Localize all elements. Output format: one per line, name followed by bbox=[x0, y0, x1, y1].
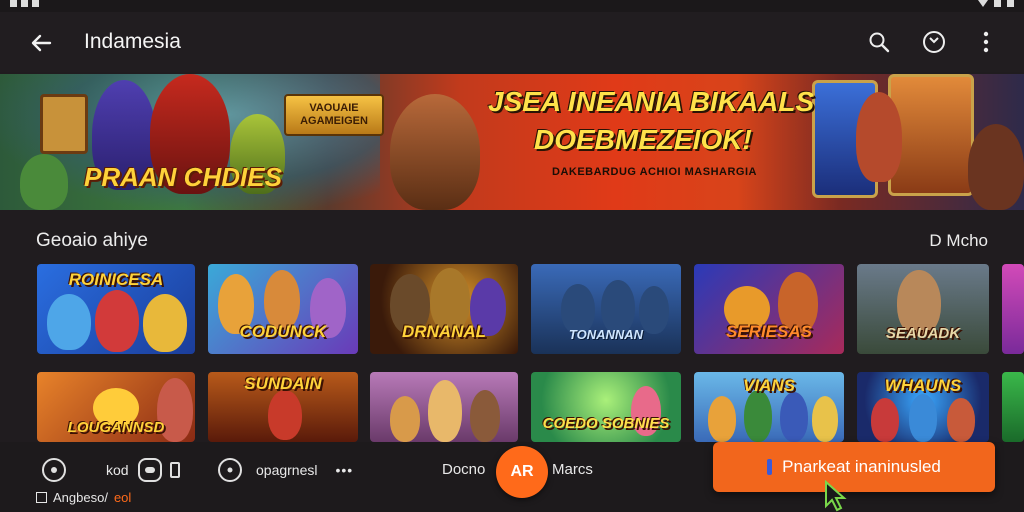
checkbox-label: Angbeso/ bbox=[53, 490, 108, 505]
status-icon bbox=[20, 0, 28, 7]
more-vert-icon[interactable] bbox=[972, 28, 1000, 56]
device-icon bbox=[170, 462, 180, 478]
tile-character bbox=[909, 394, 937, 442]
tile-character bbox=[708, 396, 736, 442]
bottom-item-label-left[interactable]: Docno bbox=[442, 461, 485, 478]
tile-label: SERIESAS bbox=[726, 322, 812, 341]
game-tile-partial[interactable] bbox=[1002, 264, 1024, 354]
game-tile[interactable]: TONANNAN bbox=[531, 264, 681, 354]
signal-icon bbox=[994, 0, 1001, 7]
banner-headline: JSEA INEANIA BIKAALS bbox=[488, 86, 815, 117]
section-title: Geoaio ahiye bbox=[36, 230, 148, 251]
status-left bbox=[10, 0, 39, 10]
battery-icon bbox=[1007, 0, 1014, 7]
tile-label: ROINICESA bbox=[68, 270, 164, 289]
section-more-link[interactable]: D Mcho bbox=[929, 231, 988, 251]
game-tile[interactable]: CODUNCK bbox=[208, 264, 358, 354]
bottom-item-label-right[interactable]: Marcs bbox=[552, 461, 593, 478]
tile-label: CODUNCK bbox=[239, 322, 327, 341]
bottom-item-label: opagrnesl bbox=[256, 462, 318, 478]
banner-character bbox=[968, 124, 1024, 210]
tile-character bbox=[871, 398, 899, 442]
tile-label: COEDO SOBNIES bbox=[542, 415, 670, 432]
tile-character bbox=[812, 396, 838, 442]
banner-character bbox=[390, 94, 480, 210]
tile-label: SEAUADK bbox=[885, 325, 961, 342]
bottom-item-label: kod bbox=[106, 462, 129, 478]
bottom-item-profile[interactable]: kod bbox=[42, 458, 129, 482]
tile-label: SUNDAIN bbox=[244, 374, 322, 393]
bottom-item-menu[interactable]: opagrnesl ••• bbox=[218, 458, 353, 482]
game-tile-partial[interactable] bbox=[1002, 372, 1024, 442]
banner-character bbox=[856, 92, 902, 182]
banner-character bbox=[40, 94, 88, 154]
app-bar: Indamesia bbox=[0, 12, 1024, 72]
game-tile[interactable]: ROINICESA bbox=[37, 264, 195, 354]
controller-icon bbox=[138, 458, 162, 482]
status-icon bbox=[10, 0, 17, 7]
tile-character bbox=[428, 380, 462, 442]
tile-character bbox=[601, 280, 635, 334]
banner-character bbox=[20, 154, 68, 210]
game-tile[interactable]: SERIESAS bbox=[694, 264, 844, 354]
ring-icon bbox=[218, 458, 242, 482]
tile-character bbox=[390, 396, 420, 442]
primary-cta-button[interactable]: Pnarkeat inaninusled bbox=[713, 442, 995, 492]
tile-character bbox=[47, 294, 91, 350]
game-tile[interactable]: SUNDAIN bbox=[208, 372, 358, 442]
tile-character bbox=[744, 390, 772, 442]
game-tile[interactable]: DRNANAL bbox=[370, 264, 518, 354]
tile-label: WHAUNS bbox=[884, 376, 962, 395]
banner-logo: PRAAN CHDIES bbox=[84, 162, 282, 192]
game-tile[interactable]: COEDO SOBNIES bbox=[531, 372, 681, 442]
tile-character bbox=[268, 390, 302, 440]
more-horiz-icon[interactable]: ••• bbox=[336, 462, 354, 478]
tile-character bbox=[780, 392, 808, 442]
cta-icon bbox=[767, 459, 773, 475]
status-icon bbox=[31, 0, 39, 7]
game-tile[interactable]: SEAUADK bbox=[857, 264, 989, 354]
game-tile[interactable]: WHAUNS bbox=[857, 372, 989, 442]
checkbox[interactable] bbox=[36, 492, 47, 503]
checkbox-row[interactable]: Angbeso/ eol bbox=[36, 490, 131, 505]
tile-label: LOUGANNSD bbox=[67, 419, 165, 436]
game-tile[interactable]: LOUGANNSD bbox=[37, 372, 195, 442]
banner-subtitle: DAKEBARDUG ACHIOI MASHARGIA bbox=[552, 166, 757, 178]
checkbox-label-accent: eol bbox=[113, 490, 132, 505]
gamepad-icon bbox=[42, 458, 66, 482]
tile-character bbox=[947, 398, 975, 442]
search-icon[interactable] bbox=[865, 28, 893, 56]
wifi-icon bbox=[978, 0, 988, 7]
status-right bbox=[978, 0, 1014, 7]
tile-character bbox=[264, 270, 300, 330]
tile-character bbox=[95, 290, 139, 352]
mouse-cursor-icon bbox=[822, 479, 852, 512]
tile-label: TONANNAN bbox=[568, 327, 644, 342]
cta-label: Pnarkeat inaninusled bbox=[782, 457, 941, 476]
bottom-item-controller[interactable] bbox=[138, 458, 180, 482]
game-tile[interactable]: VIANS bbox=[694, 372, 844, 442]
tile-label: VIANS bbox=[743, 376, 795, 395]
game-tile[interactable] bbox=[370, 372, 518, 442]
tile-character bbox=[470, 390, 500, 442]
status-bar bbox=[0, 0, 1024, 12]
center-fab[interactable]: AR bbox=[496, 446, 548, 498]
page-title: Indamesia bbox=[84, 30, 181, 53]
back-arrow-icon[interactable] bbox=[26, 28, 56, 58]
tile-character bbox=[143, 294, 187, 352]
banner-headline-2: DOEBMEZEIOK! bbox=[534, 124, 752, 155]
account-icon[interactable] bbox=[920, 28, 948, 56]
tile-label: DRNANAL bbox=[401, 322, 487, 341]
banner-badge: VAOUAIE AGAMEIGEN bbox=[284, 94, 384, 136]
